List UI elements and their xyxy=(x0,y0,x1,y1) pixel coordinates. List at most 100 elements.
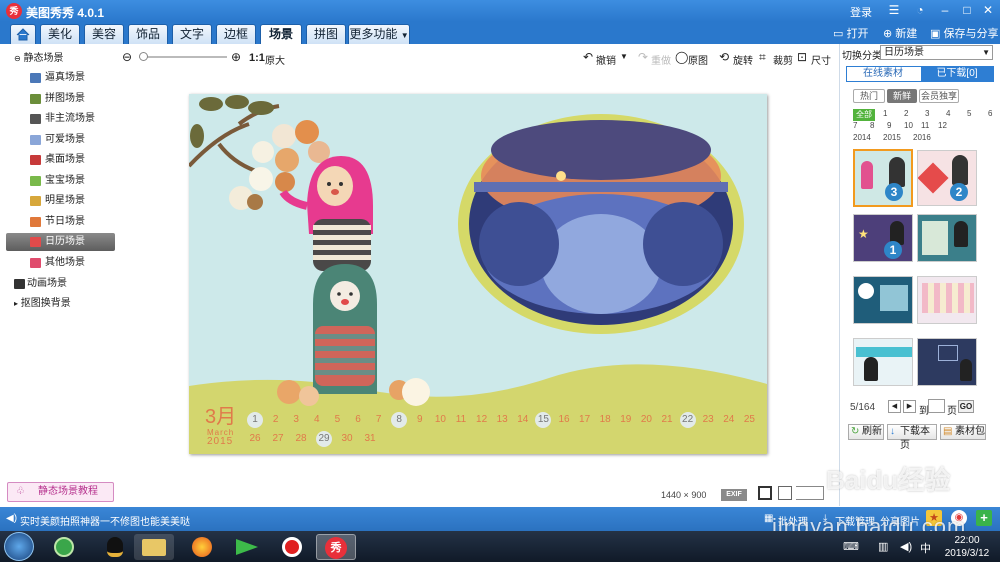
filter-option[interactable]: 2016 xyxy=(913,133,931,142)
filter-option[interactable]: 3 xyxy=(925,109,929,118)
login-link[interactable]: 登录 xyxy=(850,4,872,20)
material-thumb-1[interactable]: 3 xyxy=(853,149,913,207)
taskbar-explorer[interactable] xyxy=(134,534,174,560)
keyboard-icon[interactable]: ⌨ xyxy=(843,540,859,553)
status-message[interactable]: 实时美颜拍照神器一不修图也能美美哒 xyxy=(20,513,190,528)
filter-option[interactable]: 1 xyxy=(883,109,887,118)
sidebar-item-other[interactable]: 其他场景 xyxy=(30,254,115,272)
tab-accessories[interactable]: 饰品 xyxy=(128,24,168,44)
zoom-in-icon[interactable]: ⊕ xyxy=(231,50,241,64)
group-cutout-background[interactable]: ▸ 抠图换背景 xyxy=(14,295,114,313)
tab-beautify[interactable]: 美化 xyxy=(40,24,80,44)
taskbar-media-player[interactable] xyxy=(230,534,264,560)
filter-option[interactable]: 7 xyxy=(853,121,857,130)
material-thumb-4[interactable] xyxy=(917,214,977,262)
filter-option[interactable]: 8 xyxy=(870,121,874,130)
material-pack-button[interactable]: ▤ 素材包 xyxy=(940,424,986,440)
skin-icon[interactable]: ◔ xyxy=(910,2,930,19)
crop-button[interactable]: 裁剪 xyxy=(773,52,793,67)
redo-button[interactable]: 重做 xyxy=(651,52,671,67)
start-button[interactable] xyxy=(4,532,34,561)
tab-text[interactable]: 文字 xyxy=(172,24,212,44)
compare-view-icon[interactable] xyxy=(758,486,772,500)
taskbar-360-browser[interactable] xyxy=(47,534,81,560)
group-static-scenes[interactable]: ⊖ 静态场景 xyxy=(14,50,132,68)
sidebar-item-cute[interactable]: 可爱场景 xyxy=(30,131,115,149)
sidebar-item-baby[interactable]: 宝宝场景 xyxy=(30,172,115,190)
sidebar-item-alternative[interactable]: 非主流场景 xyxy=(30,110,115,128)
filter-option[interactable]: 11 xyxy=(921,121,929,130)
zoom-slider-handle[interactable] xyxy=(139,52,148,61)
split-view-icon[interactable] xyxy=(778,486,792,500)
scene-canvas[interactable]: 3月 March 2015 1 2 3 4 5 6 7 8 9 10 11 12 13 14 15 16 17 1… xyxy=(189,94,767,454)
rotate-button[interactable]: 旋转 xyxy=(733,52,753,67)
tab-downloaded[interactable]: 已下载[0] xyxy=(921,67,993,81)
page-input[interactable] xyxy=(928,399,945,413)
material-thumb-7[interactable] xyxy=(853,338,913,386)
next-page-icon[interactable]: ▶ xyxy=(903,400,916,413)
network-icon[interactable]: ▥ xyxy=(878,540,888,553)
material-thumb-3[interactable]: ★ 1 xyxy=(853,214,913,262)
filter-hot[interactable]: 热门 xyxy=(853,89,885,103)
tab-more[interactable]: 更多功能 ▼ xyxy=(348,24,410,44)
taskbar-firefox[interactable] xyxy=(185,534,219,560)
tab-scene[interactable]: 场景 xyxy=(260,24,302,45)
category-select[interactable]: 日历场景 ▼ xyxy=(880,45,993,60)
filter-option[interactable]: 6 xyxy=(988,109,992,118)
filter-option[interactable]: 2015 xyxy=(883,133,901,142)
go-button[interactable]: GO xyxy=(958,400,974,413)
material-thumb-8[interactable] xyxy=(917,338,977,386)
size-button[interactable]: 尺寸 xyxy=(811,52,831,67)
original-size-button[interactable]: 原大 xyxy=(265,52,285,67)
tab-collage[interactable]: 拼图 xyxy=(306,24,346,44)
minimize-icon[interactable]: – xyxy=(935,2,955,19)
ime-icon[interactable]: 中 xyxy=(920,540,931,556)
filter-new[interactable]: 新鲜 xyxy=(887,89,917,103)
zoom-ratio[interactable]: 1:1 xyxy=(249,52,265,64)
original-button[interactable]: 原图 xyxy=(688,52,708,67)
add-icon[interactable]: + xyxy=(976,510,992,526)
sidebar-item-calendar[interactable]: 日历场景 xyxy=(6,233,115,251)
taskbar-recorder[interactable] xyxy=(275,534,309,560)
fullscreen-view-icon[interactable] xyxy=(796,486,824,500)
sidebar-item-realistic[interactable]: 逼真场景 xyxy=(30,69,115,87)
group-animated-scenes[interactable]: 动画场景 xyxy=(14,275,114,293)
volume-icon[interactable]: ◀) xyxy=(900,540,912,553)
download-page-button[interactable]: ↓ 下载本页 xyxy=(887,424,937,451)
filter-option[interactable]: 5 xyxy=(967,109,971,118)
filter-option[interactable]: 10 xyxy=(904,121,913,130)
tab-beauty[interactable]: 美容 xyxy=(84,24,124,44)
sidebar-item-star[interactable]: 明星场景 xyxy=(30,192,115,210)
sidebar-item-festival[interactable]: 节日场景 xyxy=(30,213,115,231)
exif-button[interactable]: EXIF xyxy=(721,489,747,501)
undo-button[interactable]: 撤销 xyxy=(596,52,616,67)
maximize-icon[interactable]: □ xyxy=(957,2,977,19)
new-button[interactable]: ⊕ 新建 xyxy=(883,25,917,41)
prev-page-icon[interactable]: ◀ xyxy=(888,400,901,413)
tab-online-material[interactable]: 在线素材 xyxy=(847,67,919,81)
settings-icon[interactable]: ☰ xyxy=(884,2,904,19)
clock[interactable]: 22:00 2019/3/12 xyxy=(942,534,992,560)
material-thumb-2[interactable]: 2 xyxy=(917,150,977,206)
material-thumb-6[interactable] xyxy=(917,276,977,324)
static-scene-tutorial-button[interactable]: ♧ 静态场景教程 xyxy=(7,482,114,502)
undo-dropdown-icon[interactable]: ▼ xyxy=(620,52,628,61)
taskbar-meitu[interactable]: 秀 xyxy=(316,534,356,560)
sidebar-item-desktop[interactable]: 桌面场景 xyxy=(30,151,115,169)
filter-all[interactable]: 全部 xyxy=(853,109,875,121)
tab-frame[interactable]: 边框 xyxy=(216,24,256,44)
filter-vip[interactable]: 会员独享 xyxy=(919,89,959,103)
refresh-button[interactable]: ↻ 刷新 xyxy=(848,424,884,440)
filter-option[interactable]: 2014 xyxy=(853,133,871,142)
material-thumb-5[interactable] xyxy=(853,276,913,324)
filter-option[interactable]: 12 xyxy=(938,121,947,130)
filter-option[interactable]: 4 xyxy=(946,109,950,118)
sidebar-item-collage[interactable]: 拼图场景 xyxy=(30,90,115,108)
tab-home[interactable] xyxy=(10,24,36,44)
save-share-button[interactable]: ▣ 保存与分享 xyxy=(930,25,998,41)
close-icon[interactable]: ✕ xyxy=(978,2,998,19)
filter-option[interactable]: 2 xyxy=(904,109,908,118)
zoom-slider[interactable] xyxy=(139,52,227,61)
open-button[interactable]: ▭ 打开 xyxy=(833,25,868,41)
filter-option[interactable]: 9 xyxy=(887,121,891,130)
